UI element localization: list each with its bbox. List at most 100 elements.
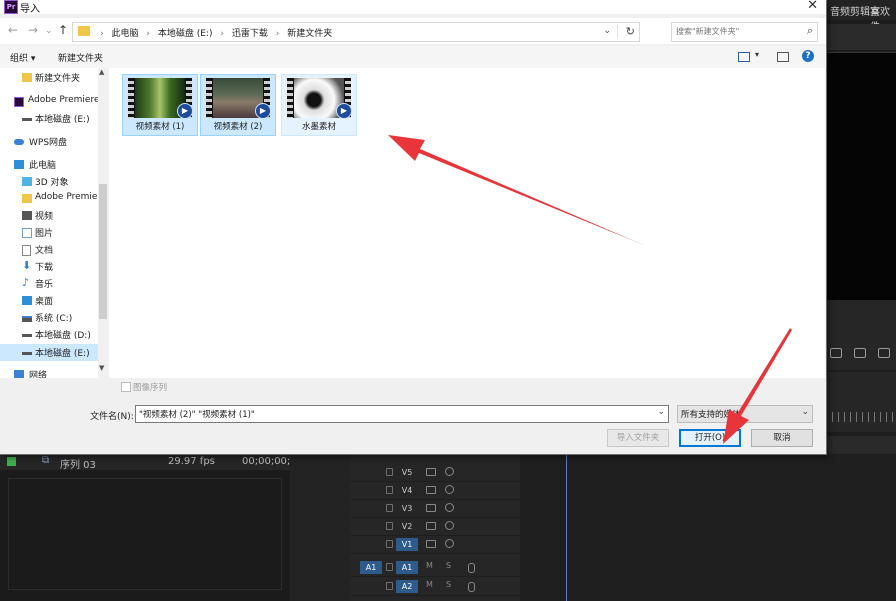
lock-icon[interactable] [386, 563, 393, 571]
preview-pane-icon[interactable] [777, 52, 789, 62]
file-tile[interactable]: ▶ 视频素材 (2) [200, 74, 276, 136]
program-monitor [826, 52, 896, 301]
refresh-icon[interactable]: ↻ [616, 25, 635, 38]
nav-scrollbar[interactable]: ▲ ▼ [98, 68, 108, 378]
chevron-down-icon[interactable]: ⌄ [657, 407, 665, 417]
nav-item-adobe-premiere-folder[interactable]: Adobe Premiere [0, 190, 98, 207]
sync-lock-icon[interactable] [426, 468, 436, 476]
source-patch-a1[interactable]: A1 [360, 561, 382, 574]
sequence-item[interactable]: ⧉ 序列 03 29.97 fps 00;00;00;00 [0, 454, 303, 471]
nav-item-drive-e[interactable]: 本地磁盘 (E:) [0, 110, 98, 127]
new-folder-button[interactable]: 新建文件夹 [58, 51, 103, 64]
timeline-tracks-area[interactable] [520, 454, 896, 601]
eye-icon[interactable] [445, 521, 454, 530]
eye-icon[interactable] [445, 485, 454, 494]
export-frame-icon[interactable] [878, 348, 890, 358]
filetype-select[interactable]: 所有支持的媒体 ⌄ [677, 405, 813, 423]
eye-icon[interactable] [445, 467, 454, 476]
open-button[interactable]: 打开(O) [679, 429, 741, 447]
nav-item-this-pc[interactable]: 此电脑 [0, 156, 98, 173]
import-folder-button[interactable]: 导入文件夹 [607, 429, 669, 447]
navigation-bar: ← → ⌄ ↑ › 此电脑 › 本地磁盘 (E:) › 迅雷下载 › 新建文件夹… [0, 18, 826, 44]
premiere-icon [14, 97, 24, 107]
insert-icon[interactable] [830, 348, 842, 358]
search-icon[interactable]: ⌕ [807, 24, 813, 38]
microphone-icon[interactable] [468, 582, 475, 592]
view-options-icon[interactable] [738, 52, 750, 62]
film-strip [206, 78, 212, 118]
nav-item-network[interactable]: 网络 [0, 366, 98, 378]
track-name[interactable]: V3 [396, 502, 418, 515]
nav-item-drive-e-selected[interactable]: 本地磁盘 (E:) [0, 344, 98, 361]
close-icon[interactable]: ✕ [807, 0, 818, 13]
track-name[interactable]: V4 [396, 484, 418, 497]
scroll-down-icon[interactable]: ▼ [99, 364, 104, 372]
filename-value[interactable]: "视频素材 (2)" "视频素材 (1)" [139, 408, 255, 420]
search-box[interactable]: ⌕ [671, 22, 818, 42]
track-name[interactable]: A2 [396, 580, 418, 593]
mute-button[interactable]: M [426, 580, 433, 589]
nav-item-downloads[interactable]: ⬇ 下载 [0, 258, 98, 275]
nav-item-music[interactable]: ♪ 音乐 [0, 275, 98, 292]
camera-icon[interactable] [854, 348, 866, 358]
nav-item-videos[interactable]: 视频 [0, 207, 98, 224]
nav-item-documents[interactable]: 文档 [0, 241, 98, 258]
nav-item-new-folder[interactable]: 新建文件夹 [0, 69, 98, 86]
playhead[interactable] [566, 454, 567, 601]
solo-button[interactable]: S [446, 561, 451, 570]
breadcrumb-separator[interactable]: › [276, 29, 280, 39]
lock-icon[interactable] [386, 540, 393, 548]
nav-item-desktop[interactable]: 桌面 [0, 292, 98, 309]
file-list[interactable]: ▶ 视频素材 (1) ▶ 视频素材 (2) ▶ 水墨素材 [109, 68, 825, 378]
lock-icon[interactable] [386, 582, 393, 590]
search-input[interactable] [676, 25, 794, 38]
breadcrumb-item[interactable]: 此电脑 [111, 29, 138, 39]
eye-icon[interactable] [445, 503, 454, 512]
view-dropdown-icon[interactable]: ▾ [755, 50, 759, 59]
lock-icon[interactable] [386, 504, 393, 512]
nav-item-pictures[interactable]: 图片 [0, 224, 98, 241]
eye-icon[interactable] [445, 539, 454, 548]
scrollbar-thumb[interactable] [99, 184, 107, 319]
lock-icon[interactable] [386, 522, 393, 530]
nav-item-3d-objects[interactable]: 3D 对象 [0, 173, 98, 190]
breadcrumb-item[interactable]: 本地磁盘 (E:) [158, 29, 213, 39]
chevron-down-icon[interactable]: ⌄ [603, 26, 611, 36]
sync-lock-icon[interactable] [426, 486, 436, 494]
breadcrumb-separator[interactable]: › [146, 29, 150, 39]
address-bar[interactable]: › 此电脑 › 本地磁盘 (E:) › 迅雷下载 › 新建文件夹 ⌄ ↻ [72, 22, 640, 42]
back-icon[interactable]: ← [8, 23, 18, 37]
organize-button[interactable]: 组织 ▾ [10, 51, 35, 64]
lock-icon[interactable] [386, 468, 393, 476]
breadcrumb-item[interactable]: 新建文件夹 [287, 29, 332, 39]
solo-button[interactable]: S [446, 580, 451, 589]
nav-item-adobe-premiere[interactable]: Adobe Premiere [0, 93, 98, 110]
file-tile[interactable]: ▶ 水墨素材 [281, 74, 357, 136]
track-name[interactable]: V5 [396, 466, 418, 479]
cancel-button[interactable]: 取消 [751, 429, 813, 447]
sync-lock-icon[interactable] [426, 522, 436, 530]
file-tile[interactable]: ▶ 视频素材 (1) [122, 74, 198, 136]
track-name[interactable]: A1 [396, 561, 418, 574]
microphone-icon[interactable] [468, 563, 475, 573]
nav-item-wps-cloud[interactable]: WPS网盘 [0, 133, 98, 150]
lock-icon[interactable] [386, 486, 393, 494]
help-icon[interactable]: ? [802, 50, 814, 62]
nav-item-drive-d[interactable]: 本地磁盘 (D:) [0, 326, 98, 343]
track-name[interactable]: V1 [396, 538, 418, 551]
image-sequence-checkbox[interactable] [121, 382, 131, 392]
sync-lock-icon[interactable] [426, 540, 436, 548]
mute-button[interactable]: M [426, 561, 433, 570]
nav-item-drive-c[interactable]: 系统 (C:) [0, 309, 98, 326]
recent-dropdown-icon[interactable]: ⌄ [45, 26, 53, 36]
chevron-down-icon[interactable]: ⌄ [801, 407, 809, 417]
filename-field[interactable]: "视频素材 (2)" "视频素材 (1)" ⌄ [135, 405, 669, 423]
sync-lock-icon[interactable] [426, 504, 436, 512]
track-name[interactable]: V2 [396, 520, 418, 533]
scroll-up-icon[interactable]: ▲ [99, 68, 104, 76]
breadcrumb-item[interactable]: 迅雷下载 [232, 29, 268, 39]
breadcrumb-separator[interactable]: › [220, 29, 224, 39]
nav-item-label: 文档 [35, 246, 54, 256]
up-icon[interactable]: ↑ [58, 23, 68, 37]
forward-icon[interactable]: → [28, 23, 38, 37]
